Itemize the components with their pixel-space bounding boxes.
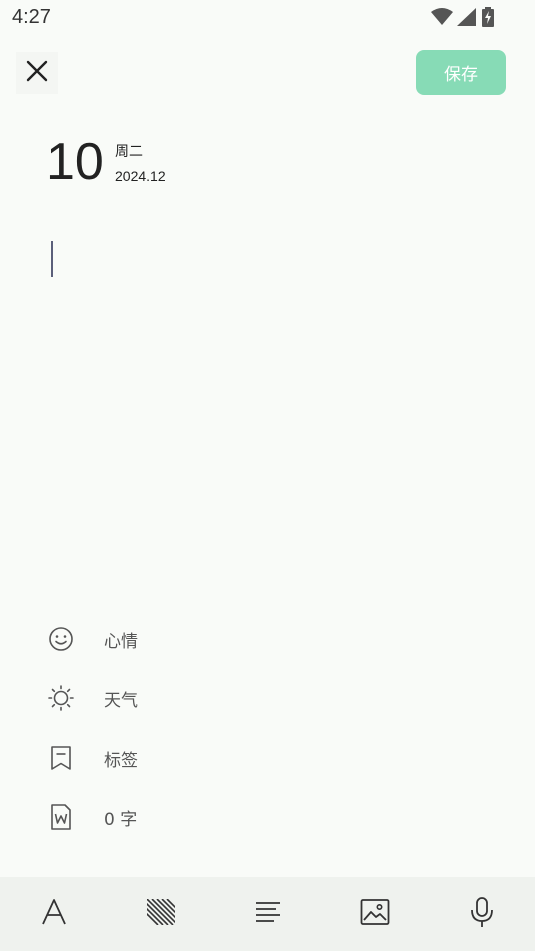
sun-icon <box>46 683 76 713</box>
font-icon <box>40 898 68 930</box>
weather-row[interactable]: 天气 <box>46 678 346 718</box>
word-document-icon <box>46 802 76 832</box>
word-count-label: 0 字 <box>104 809 138 830</box>
texture-icon <box>146 898 176 930</box>
text-cursor <box>51 241 53 277</box>
insert-image-button[interactable] <box>355 894 395 934</box>
status-time: 4:27 <box>12 6 51 28</box>
date-day[interactable]: 10 <box>46 130 104 194</box>
texture-button[interactable] <box>141 894 181 934</box>
diary-text-editor[interactable] <box>46 236 486 576</box>
bookmark-icon <box>46 743 76 773</box>
bottom-toolbar <box>0 877 535 951</box>
mood-row[interactable]: 心情 <box>46 619 346 659</box>
status-bar: 4:27 <box>0 0 535 36</box>
voice-input-button[interactable] <box>462 894 502 934</box>
word-count-row: 0 字 <box>46 797 346 837</box>
close-button[interactable] <box>16 52 58 94</box>
date-weekday: 周二 <box>115 144 143 160</box>
status-icons <box>431 7 495 31</box>
wifi-icon <box>431 8 453 30</box>
battery-charging-icon <box>481 7 495 31</box>
save-button[interactable]: 保存 <box>416 50 506 95</box>
smiley-icon <box>46 624 76 654</box>
mood-label: 心情 <box>104 631 138 652</box>
date-year-month: 2024.12 <box>115 168 166 184</box>
microphone-icon <box>469 896 495 932</box>
signal-icon <box>457 8 477 30</box>
close-icon <box>25 59 49 87</box>
tag-row[interactable]: 标签 <box>46 738 346 778</box>
diary-editor-screen: 4:27 保存 10 周二 2024.12 心情 天气 标签 0 字 <box>0 0 535 951</box>
font-button[interactable] <box>34 894 74 934</box>
align-left-icon <box>254 900 282 928</box>
image-icon <box>360 898 390 930</box>
weather-label: 天气 <box>104 690 138 711</box>
align-button[interactable] <box>248 894 288 934</box>
tag-label: 标签 <box>104 750 138 771</box>
